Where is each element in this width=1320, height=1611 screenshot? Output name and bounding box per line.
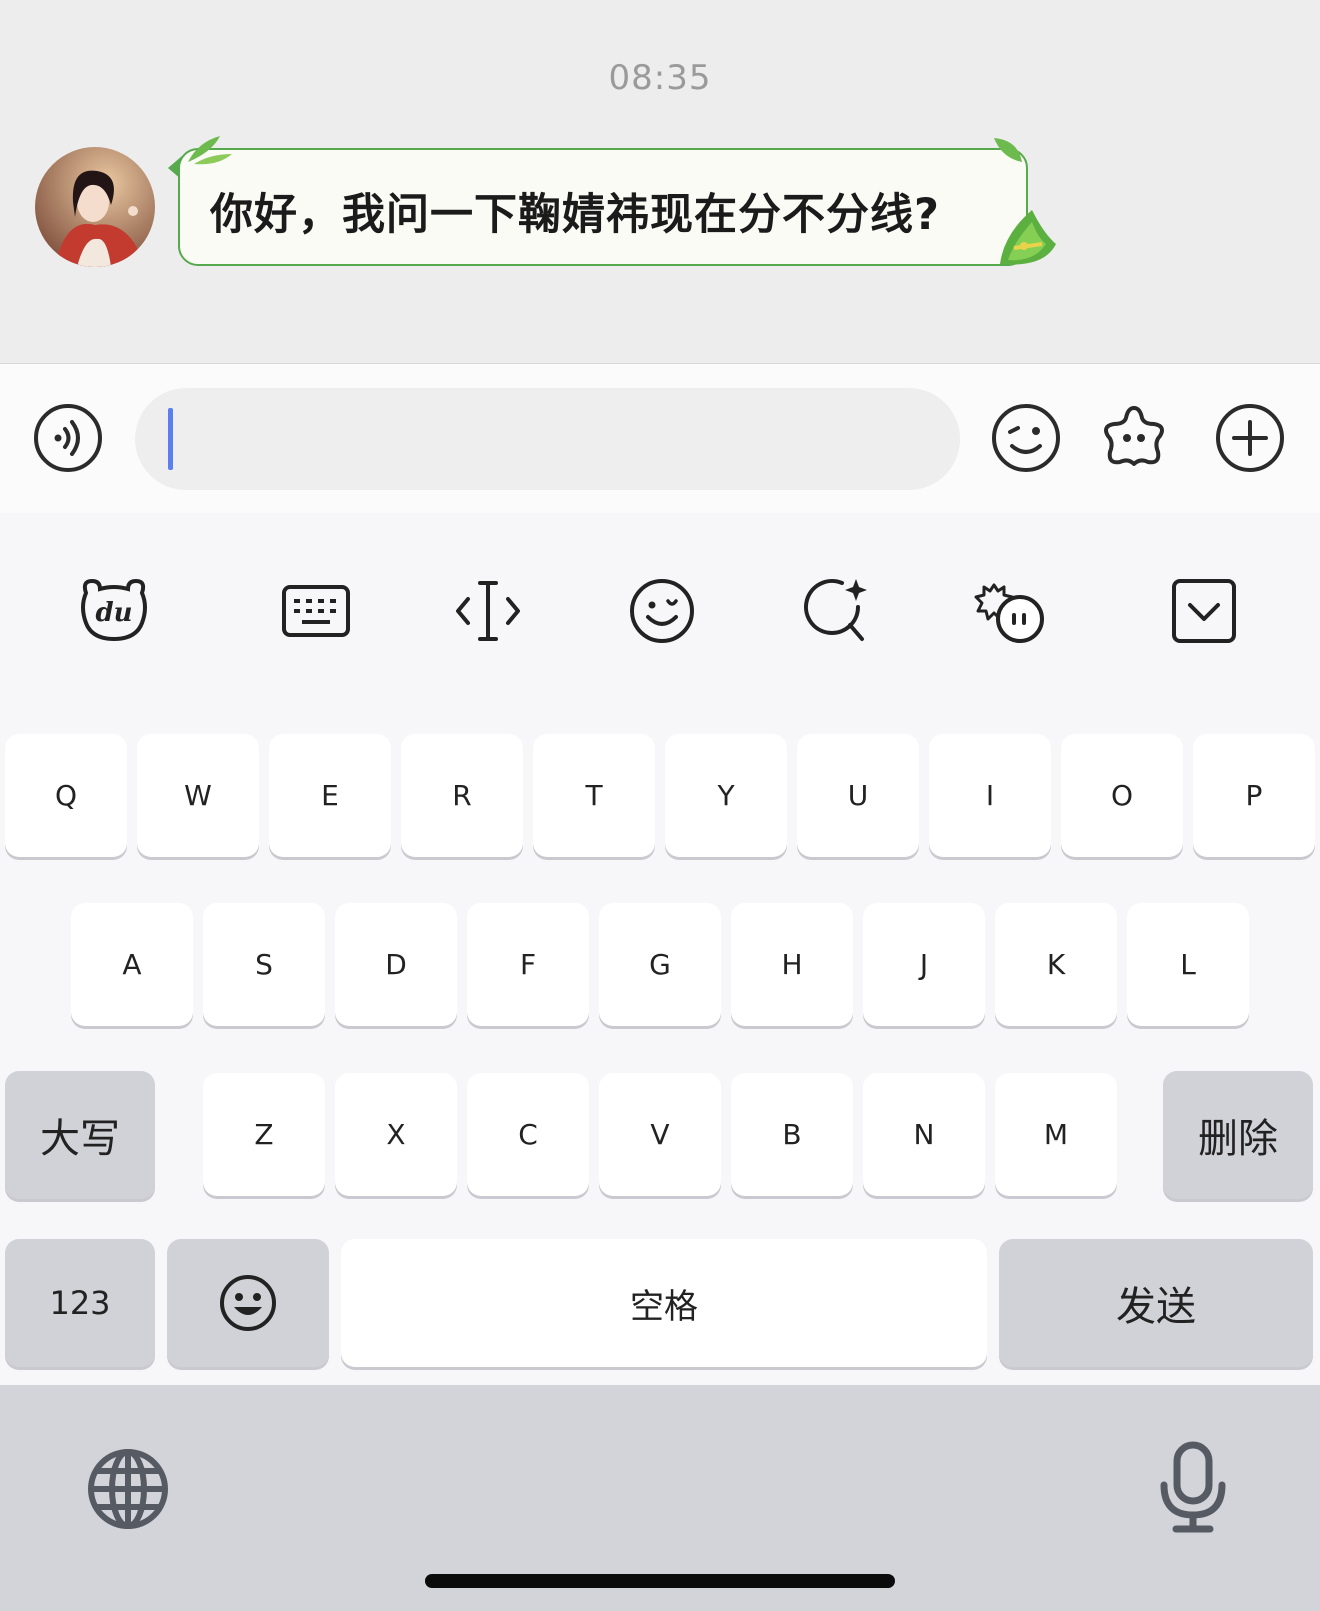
zongzi-decoration-icon <box>1000 210 1056 265</box>
home-indicator[interactable] <box>425 1574 895 1588</box>
key-z[interactable]: Z <box>203 1073 325 1196</box>
cursor-move-icon[interactable] <box>450 573 526 649</box>
key-q[interactable]: Q <box>5 734 127 857</box>
message-timestamp: 08:35 <box>608 58 712 98</box>
text-caret <box>168 408 173 470</box>
leaf-decoration-icon <box>994 138 1022 162</box>
message-input[interactable] <box>135 388 960 490</box>
send-key[interactable]: 发送 <box>999 1239 1313 1367</box>
key-l[interactable]: L <box>1127 903 1249 1026</box>
key-r[interactable]: R <box>401 734 523 857</box>
key-d[interactable]: D <box>335 903 457 1026</box>
collapse-keyboard-icon[interactable] <box>1166 573 1242 649</box>
emoji-key[interactable] <box>167 1239 329 1367</box>
globe-icon[interactable] <box>86 1447 170 1531</box>
key-i[interactable]: I <box>929 734 1051 857</box>
delete-key[interactable]: 删除 <box>1163 1071 1313 1199</box>
svg-text:du: du <box>95 598 132 628</box>
keyboard-icon[interactable] <box>278 573 354 649</box>
key-o[interactable]: O <box>1061 734 1183 857</box>
ai-search-icon[interactable] <box>800 573 876 649</box>
key-c[interactable]: C <box>467 1073 589 1196</box>
key-s[interactable]: S <box>203 903 325 1026</box>
keyboard: du Q W E R T Y U I O P A S D F G H J K L… <box>0 513 1320 1385</box>
message-bubble[interactable]: 你好，我问一下鞠婧祎现在分不分线? <box>178 148 1028 266</box>
shift-key[interactable]: 大写 <box>5 1071 155 1199</box>
emoji-icon[interactable] <box>990 402 1062 474</box>
chat-area: 08:35 你好，我问一下鞠婧祎现在分不分线? <box>0 0 1320 363</box>
key-v[interactable]: V <box>599 1073 721 1196</box>
key-g[interactable]: G <box>599 903 721 1026</box>
sticker-star-icon[interactable] <box>1098 402 1170 474</box>
key-x[interactable]: X <box>335 1073 457 1196</box>
key-y[interactable]: Y <box>665 734 787 857</box>
message-text: 你好，我问一下鞠婧祎现在分不分线? <box>210 190 940 240</box>
grin-icon <box>220 1275 276 1331</box>
key-t[interactable]: T <box>533 734 655 857</box>
du-logo-icon[interactable]: du <box>76 573 152 649</box>
emoticon-icon[interactable] <box>970 573 1046 649</box>
leaf-decoration-icon <box>188 136 232 165</box>
plus-circle-icon[interactable] <box>1214 402 1286 474</box>
key-a[interactable]: A <box>71 903 193 1026</box>
space-key[interactable]: 空格 <box>341 1239 987 1367</box>
key-e[interactable]: E <box>269 734 391 857</box>
key-k[interactable]: K <box>995 903 1117 1026</box>
avatar[interactable] <box>35 147 155 267</box>
key-p[interactable]: P <box>1193 734 1315 857</box>
input-bar <box>0 363 1320 513</box>
key-h[interactable]: H <box>731 903 853 1026</box>
key-m[interactable]: M <box>995 1073 1117 1196</box>
key-f[interactable]: F <box>467 903 589 1026</box>
smile-icon[interactable] <box>624 573 700 649</box>
key-b[interactable]: B <box>731 1073 853 1196</box>
numbers-key[interactable]: 123 <box>5 1239 155 1367</box>
key-n[interactable]: N <box>863 1073 985 1196</box>
key-w[interactable]: W <box>137 734 259 857</box>
key-u[interactable]: U <box>797 734 919 857</box>
microphone-icon[interactable] <box>1156 1441 1230 1535</box>
key-j[interactable]: J <box>863 903 985 1026</box>
voice-icon[interactable] <box>32 402 104 474</box>
system-bar <box>0 1385 1320 1611</box>
